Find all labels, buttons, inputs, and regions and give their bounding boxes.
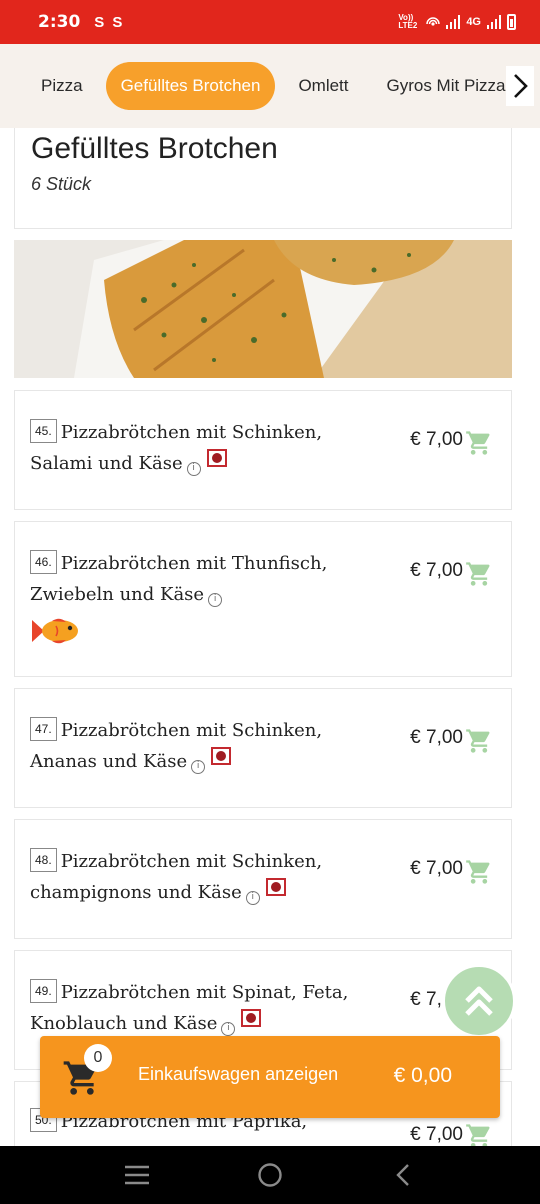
battery-icon bbox=[507, 14, 516, 30]
menu-item[interactable]: 46. Pizzabrötchen mit Thunfisch, Zwiebeln… bbox=[14, 521, 512, 677]
menu-item[interactable]: 45. Pizzabrötchen mit Schinken, Salami un… bbox=[14, 390, 512, 510]
back-button[interactable] bbox=[383, 1155, 423, 1195]
system-nav-bar bbox=[0, 1146, 540, 1204]
category-subtitle: 6 Stück bbox=[31, 174, 92, 194]
menu-icon bbox=[124, 1165, 149, 1185]
menu-item[interactable]: 48. Pizzabrötchen mit Schinken, champigno… bbox=[14, 819, 512, 939]
item-number: 46. bbox=[30, 550, 57, 574]
item-number: 45. bbox=[30, 419, 57, 443]
item-description: 45. Pizzabrötchen mit Schinken, Salami un… bbox=[30, 417, 390, 479]
cart-count-badge: 0 bbox=[84, 1044, 112, 1072]
chevron-right-icon[interactable] bbox=[506, 66, 534, 106]
item-price: € 7,00 bbox=[410, 1124, 463, 1145]
item-name: Pizzabrötchen mit Spinat, Feta, Knoblauc… bbox=[30, 982, 349, 1034]
notification-icon: S bbox=[112, 13, 123, 31]
item-number: 49. bbox=[30, 979, 57, 1003]
cart-icon[interactable] bbox=[465, 727, 493, 755]
volte-indicator: Vo)) LTE2 bbox=[398, 13, 418, 30]
category-banner-image bbox=[14, 240, 512, 378]
cart-icon[interactable] bbox=[465, 560, 493, 588]
back-icon bbox=[396, 1164, 410, 1186]
tab-omlett[interactable]: Omlett bbox=[283, 64, 363, 108]
cart-icon[interactable] bbox=[465, 429, 493, 457]
cart-total: € 0,00 bbox=[393, 1064, 452, 1087]
tab-gyros-mit-pizza[interactable]: Gyros Mit Pizza bbox=[372, 64, 521, 108]
item-number: 48. bbox=[30, 848, 57, 872]
meat-icon bbox=[265, 878, 286, 896]
category-header: Gefülltes Brotchen 6 Stück bbox=[14, 128, 512, 229]
fish-icon bbox=[32, 618, 78, 644]
home-circle-icon bbox=[258, 1163, 282, 1187]
item-description: 48. Pizzabrötchen mit Schinken, champigno… bbox=[30, 846, 390, 908]
item-price: € 7,00 bbox=[410, 429, 463, 450]
signal-icon bbox=[446, 15, 461, 29]
item-description: 46. Pizzabrötchen mit Thunfisch, Zwiebeln… bbox=[30, 548, 390, 646]
signal-icon bbox=[487, 15, 501, 29]
item-price: € 7,00 bbox=[410, 858, 463, 879]
item-description: 47. Pizzabrötchen mit Schinken, Ananas un… bbox=[30, 715, 390, 777]
recent-apps-button[interactable] bbox=[117, 1155, 157, 1195]
status-right: Vo)) LTE2 4G bbox=[398, 14, 516, 30]
menu-item[interactable]: 47. Pizzabrötchen mit Schinken, Ananas un… bbox=[14, 688, 512, 808]
item-name: Pizzabrötchen mit Schinken, Ananas und K… bbox=[30, 720, 323, 772]
cart-bar-label: Einkaufswagen anzeigen bbox=[138, 1064, 339, 1084]
meat-icon bbox=[206, 449, 227, 467]
notification-icons: S S bbox=[94, 14, 122, 31]
meat-icon bbox=[211, 747, 232, 765]
double-chevron-up-icon bbox=[465, 986, 493, 1016]
status-bar: 2:30 S S Vo)) LTE2 4G bbox=[0, 0, 540, 44]
category-title: Gefülltes Brotchen bbox=[31, 132, 278, 165]
info-icon[interactable]: i bbox=[245, 891, 260, 905]
hotspot-icon bbox=[426, 17, 441, 26]
network-type: 4G bbox=[466, 16, 481, 28]
info-icon[interactable]: i bbox=[221, 1022, 236, 1036]
info-icon[interactable]: i bbox=[208, 593, 223, 607]
tab-pizza[interactable]: Pizza bbox=[26, 64, 98, 108]
info-icon[interactable]: i bbox=[191, 760, 206, 774]
item-number: 47. bbox=[30, 717, 57, 741]
meat-icon bbox=[241, 1009, 262, 1027]
scroll-to-top-button[interactable] bbox=[442, 964, 516, 1038]
info-icon[interactable]: i bbox=[186, 462, 201, 476]
item-name: Pizzabrötchen mit Thunfisch, Zwiebeln un… bbox=[30, 553, 328, 605]
item-description: 49. Pizzabrötchen mit Spinat, Feta, Knobl… bbox=[30, 977, 390, 1039]
category-tab-bar: Pizza Gefülltes Brotchen Omlett Gyros Mi… bbox=[0, 44, 540, 128]
home-button[interactable] bbox=[250, 1155, 290, 1195]
item-price: € 7,00 bbox=[410, 727, 463, 748]
tab-gefulltes-brotchen[interactable]: Gefülltes Brotchen bbox=[105, 62, 276, 110]
notification-icon: S bbox=[94, 13, 105, 31]
cart-icon[interactable] bbox=[465, 1122, 493, 1146]
cart-icon[interactable] bbox=[465, 858, 493, 886]
item-price: € 7,00 bbox=[410, 560, 463, 581]
status-time: 2:30 bbox=[38, 12, 81, 32]
item-name: Pizzabrötchen mit Schinken, Salami und K… bbox=[30, 422, 323, 474]
view-cart-button[interactable]: 0 Einkaufswagen anzeigen € 0,00 bbox=[40, 1036, 500, 1118]
